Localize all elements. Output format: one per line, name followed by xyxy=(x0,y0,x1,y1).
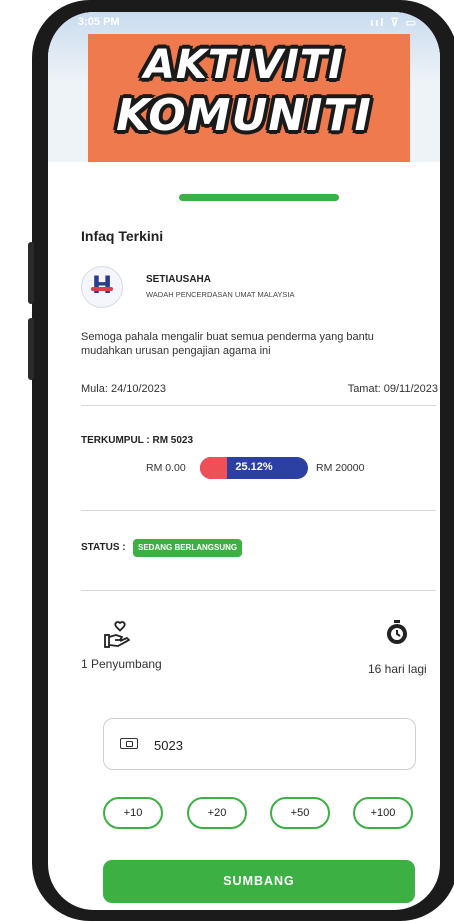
status-icons: ııl ⊽ ▭ xyxy=(370,17,418,29)
organization-name: SETIAUSAHA xyxy=(146,274,212,285)
organization-subtitle: WADAH PENCERDASAN UMAT MALAYSIA xyxy=(146,290,295,299)
section-title: Infaq Terkini xyxy=(81,228,164,244)
activity-banner: 3:05 PM ııl ⊽ ▭ AKTIVITI KOMUNITI xyxy=(48,12,440,162)
banner-title-line2: KOMUNITI xyxy=(116,90,372,141)
divider xyxy=(81,590,436,591)
volume-down-button xyxy=(28,318,34,380)
banner-title-line1: AKTIVITI xyxy=(143,42,345,88)
status-bar: 3:05 PM ııl ⊽ ▭ xyxy=(78,16,418,34)
divider xyxy=(81,405,436,406)
days-remaining: 16 hari lagi xyxy=(368,662,427,676)
app-screen: 3:05 PM ııl ⊽ ▭ AKTIVITI KOMUNITI Infaq … xyxy=(48,12,440,910)
quick-amount-50-button[interactable]: +50 xyxy=(270,797,330,829)
cash-icon xyxy=(120,738,138,749)
donate-button[interactable]: SUMBANG xyxy=(103,860,415,903)
quick-amount-20-button[interactable]: +20 xyxy=(187,797,247,829)
organization-logo: H xyxy=(81,266,123,308)
status-label: STATUS : xyxy=(81,542,126,553)
progress-max-label: RM 20000 xyxy=(316,462,365,474)
donor-hand-heart-icon xyxy=(104,621,130,648)
sheet-drag-handle[interactable] xyxy=(179,194,339,201)
donation-amount-field[interactable] xyxy=(103,718,416,770)
quick-amount-100-button[interactable]: +100 xyxy=(353,797,413,829)
progress-min-label: RM 0.00 xyxy=(146,462,186,474)
volume-up-button xyxy=(28,242,34,304)
start-date: Mula: 24/10/2023 xyxy=(81,383,167,395)
end-date: Tamat: 09/11/2023 xyxy=(347,383,438,395)
status-time: 3:05 PM xyxy=(78,16,120,28)
collected-amount: TERKUMPUL : RM 5023 xyxy=(81,435,194,446)
donor-count: 1 Penyumbang xyxy=(81,657,162,671)
progress-percent: 25.12% xyxy=(235,461,273,473)
campaign-description: Semoga pahala mengalir buat semua pender… xyxy=(81,331,374,357)
donation-progress-bar: 25.12% xyxy=(200,457,308,479)
quick-amount-10-button[interactable]: +10 xyxy=(103,797,163,829)
amount-input[interactable] xyxy=(152,732,396,758)
divider xyxy=(81,510,436,511)
timer-clock-icon xyxy=(387,620,407,644)
status-badge: SEDANG BERLANGSUNG xyxy=(133,539,243,557)
logo-letter: H xyxy=(91,271,113,299)
